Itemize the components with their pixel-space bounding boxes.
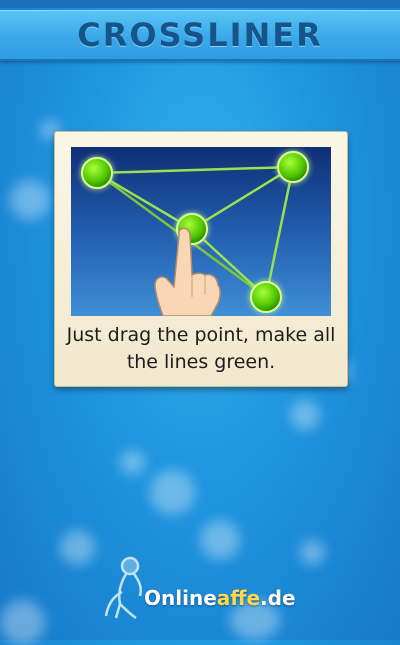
game-title: CROSSLINER bbox=[77, 16, 323, 54]
bokeh-light bbox=[60, 530, 95, 565]
graph-node[interactable] bbox=[81, 157, 113, 189]
logo-text-de: .de bbox=[260, 586, 296, 610]
tutorial-caption: Just drag the point, make all the lines … bbox=[55, 322, 347, 376]
tutorial-card[interactable]: Just drag the point, make all the lines … bbox=[54, 131, 348, 387]
graph-edge bbox=[264, 165, 295, 299]
logo-text-online: Online bbox=[144, 586, 217, 610]
graph-edge bbox=[190, 165, 295, 231]
graph-node[interactable] bbox=[250, 281, 282, 313]
bokeh-light bbox=[0, 600, 45, 645]
bokeh-light bbox=[150, 470, 195, 515]
publisher-logo[interactable]: Onlineaffe.de bbox=[96, 552, 306, 622]
caption-line-1: Just drag the point, make all bbox=[66, 324, 336, 346]
bokeh-light bbox=[10, 180, 50, 220]
tutorial-board bbox=[71, 147, 331, 316]
caption-line-2: the lines green. bbox=[126, 351, 276, 373]
logo-text-affe: affe bbox=[216, 586, 261, 610]
logo-text: Onlineaffe.de bbox=[144, 586, 296, 610]
bokeh-light bbox=[120, 450, 145, 475]
header-bar: CROSSLINER bbox=[0, 10, 400, 61]
bokeh-light bbox=[290, 400, 320, 430]
tutorial-graph bbox=[81, 151, 309, 316]
graph-edge bbox=[95, 171, 194, 231]
hand-pointer-icon bbox=[154, 227, 221, 316]
graph-node[interactable] bbox=[277, 151, 309, 183]
top-strip bbox=[0, 0, 400, 8]
graph-edge bbox=[95, 165, 295, 175]
